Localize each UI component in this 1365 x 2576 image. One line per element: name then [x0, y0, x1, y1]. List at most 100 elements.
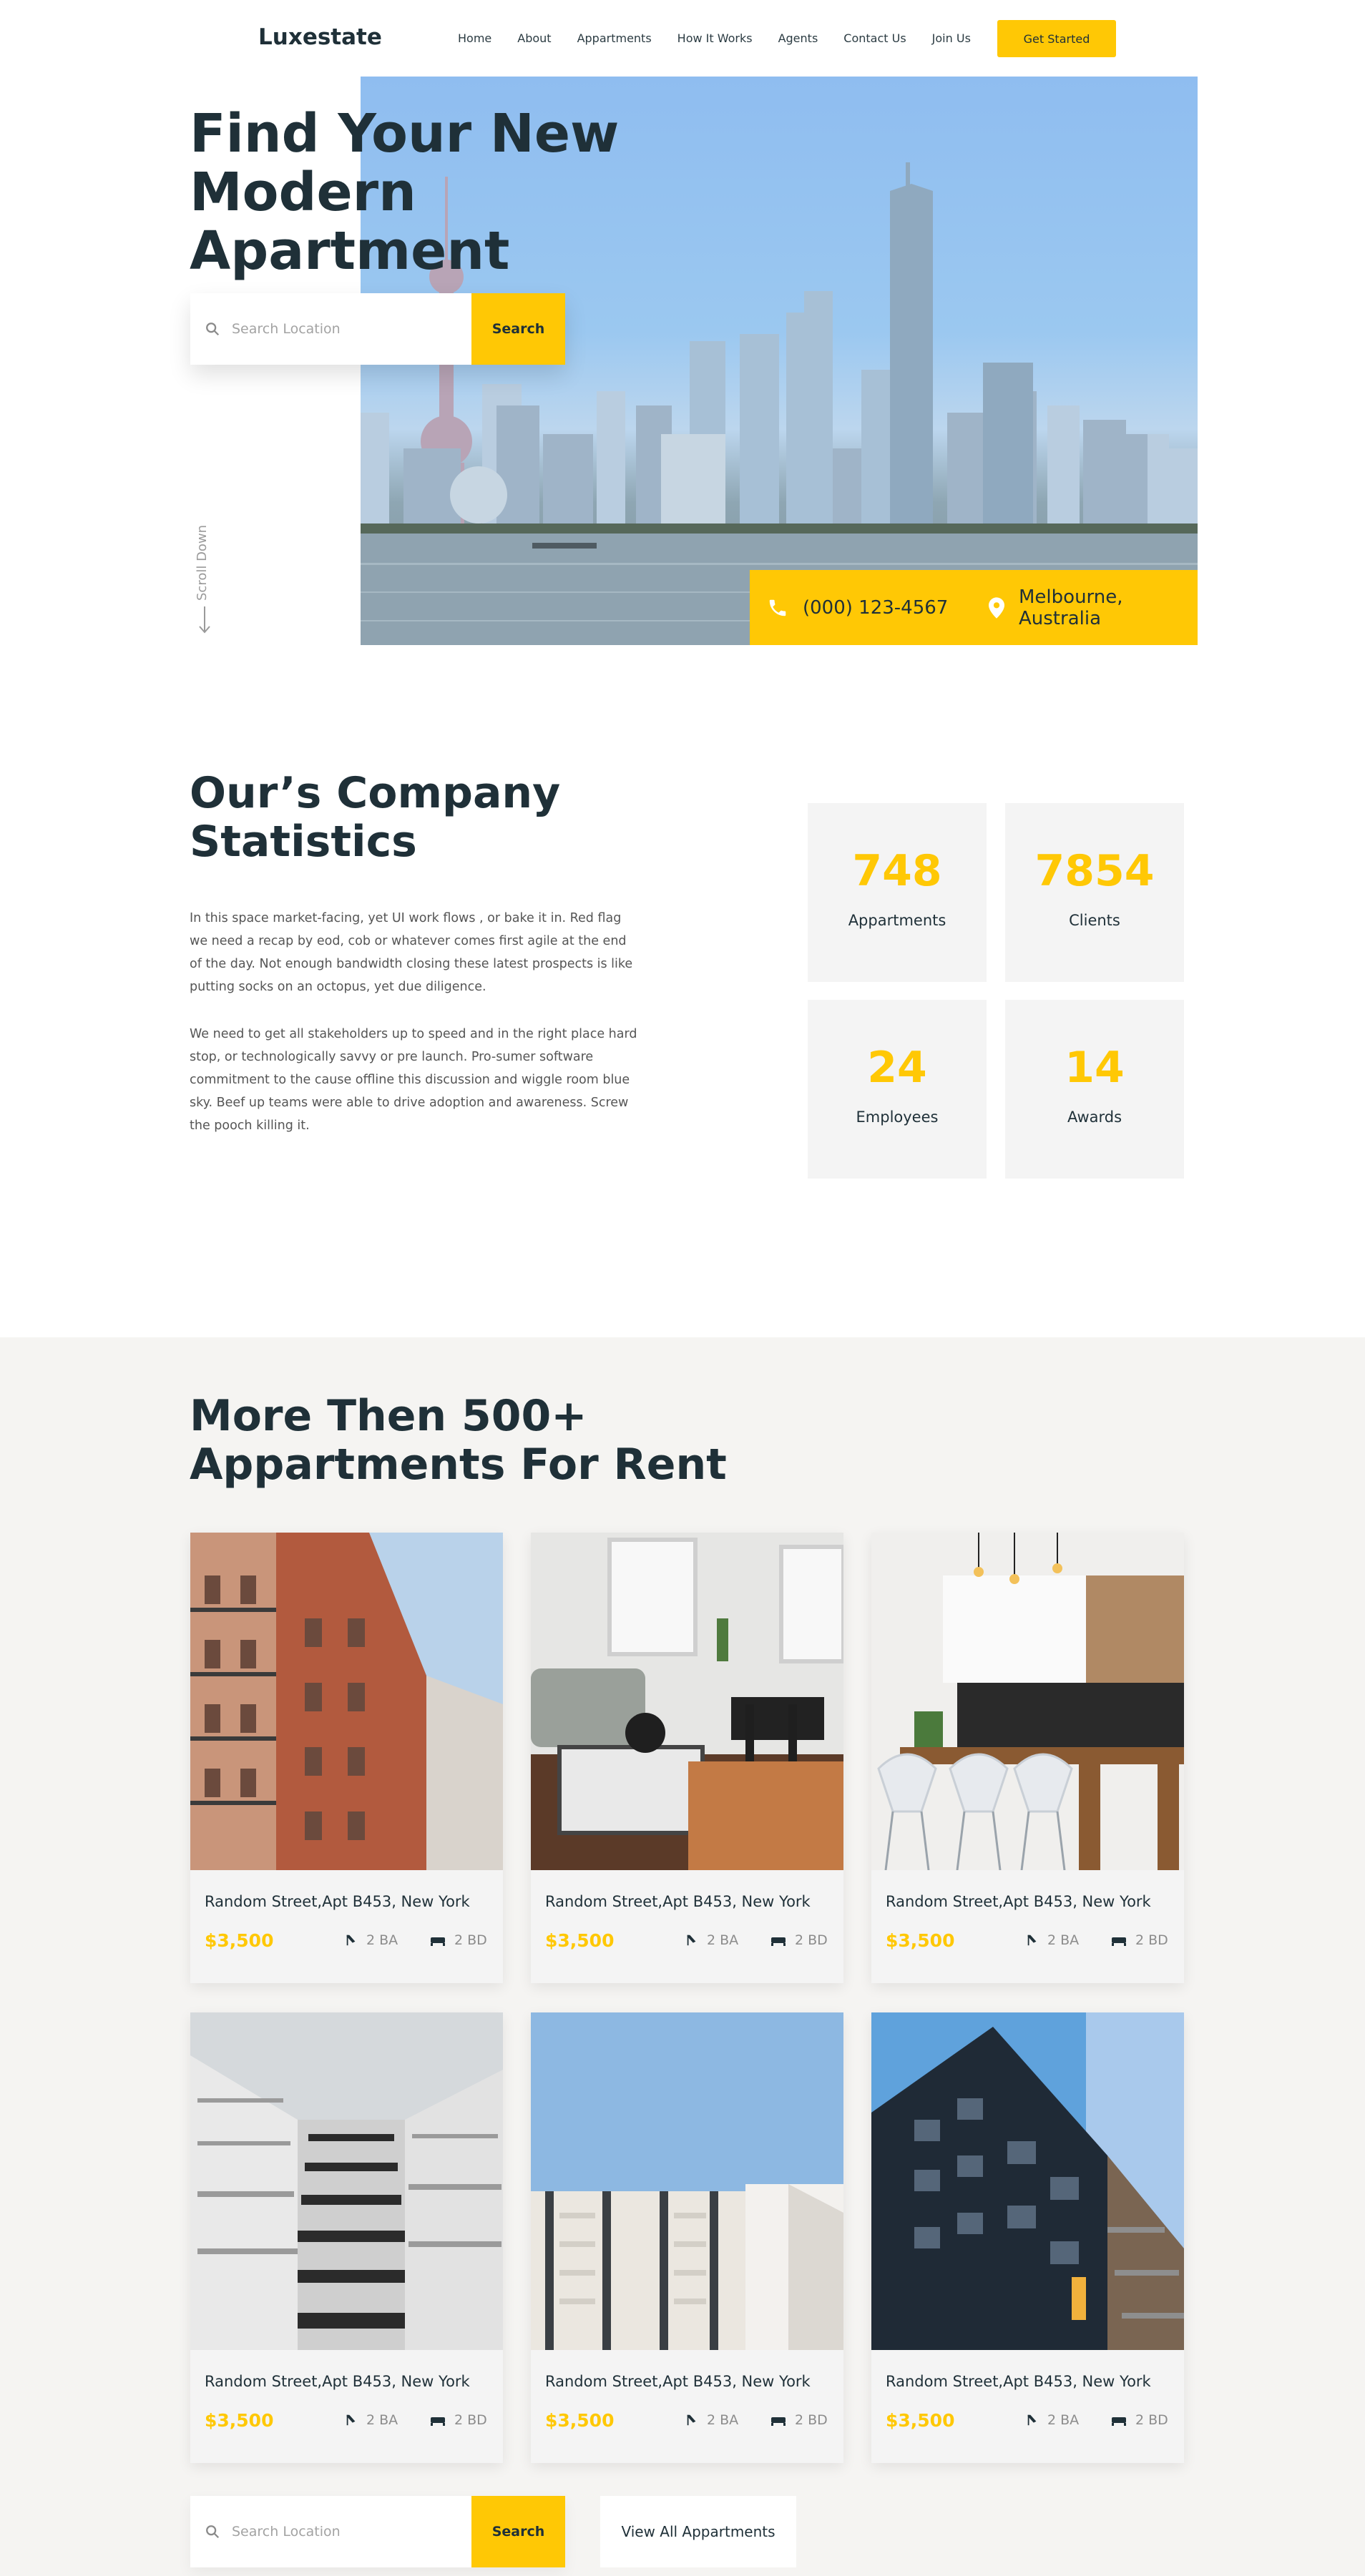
apartment-card[interactable]: Random Street,Apt B453, New York $3,500 …: [531, 2012, 843, 2463]
view-all-apartments-button[interactable]: View All Appartments: [600, 2496, 796, 2567]
apartment-beds: 2 BD: [1111, 2412, 1168, 2428]
search-placeholder: Search Location: [232, 2524, 341, 2540]
apartment-image: [531, 2012, 843, 2350]
bath-icon: [687, 1935, 696, 1946]
stat-card-awards: 14 Awards: [1005, 1000, 1184, 1179]
beds-text: 2 BD: [454, 1932, 487, 1948]
bath-icon: [346, 1935, 356, 1946]
apartment-address: Random Street,Apt B453, New York: [205, 2373, 470, 2390]
apartment-card[interactable]: Random Street,Apt B453, New York $3,500 …: [871, 1533, 1184, 1983]
nav-links: Home About Appartments How It Works Agen…: [458, 31, 997, 45]
stat-label: Awards: [1067, 1108, 1122, 1126]
bed-icon: [771, 1937, 786, 1946]
stat-value: 24: [867, 1043, 927, 1093]
bottom-search-box: Search Location Search: [190, 2496, 565, 2567]
logo[interactable]: Luxestate: [258, 24, 382, 50]
nav-link-agents[interactable]: Agents: [778, 31, 818, 45]
bottom-search-input[interactable]: Search Location: [190, 2496, 471, 2567]
contact-bar: (000) 123-4567 Melbourne, Australia: [750, 570, 1198, 645]
nav-link-about[interactable]: About: [517, 31, 551, 45]
apartment-card[interactable]: Random Street,Apt B453, New York $3,500 …: [871, 2012, 1184, 2463]
apartment-beds: 2 BD: [430, 2412, 487, 2428]
contact-phone[interactable]: (000) 123-4567: [767, 570, 948, 645]
apartments-title-line2: Appartments For Rent: [190, 1440, 727, 1490]
stats-title-line1: Our’s Company: [190, 768, 561, 818]
apartment-card[interactable]: Random Street,Apt B453, New York $3,500 …: [531, 1533, 843, 1983]
apartment-price: $3,500: [205, 1930, 274, 1951]
apartment-beds: 2 BD: [430, 1932, 487, 1948]
stat-label: Employees: [856, 1108, 939, 1126]
bed-icon: [1112, 1937, 1126, 1946]
apartment-address: Random Street,Apt B453, New York: [545, 2373, 811, 2390]
arrow-down-icon: [199, 606, 210, 634]
hero-title-line1: Find Your New: [190, 103, 620, 164]
nav-link-contact[interactable]: Contact Us: [843, 31, 906, 45]
search-icon: [206, 323, 220, 336]
nav-link-appartments[interactable]: Appartments: [577, 31, 652, 45]
apartment-beds: 2 BD: [770, 2412, 828, 2428]
stats-paragraph-1: In this space market-facing, yet UI work…: [190, 911, 633, 994]
hero-search-input[interactable]: Search Location: [190, 293, 471, 365]
apartment-price: $3,500: [545, 1930, 615, 1951]
apartment-address: Random Street,Apt B453, New York: [205, 1893, 470, 1910]
beds-text: 2 BD: [1135, 1932, 1168, 1948]
baths-text: 2 BA: [707, 1932, 739, 1948]
apartment-image: [190, 2012, 503, 2350]
nav-link-home[interactable]: Home: [458, 31, 491, 45]
apartment-baths: 2 BA: [685, 1932, 738, 1948]
bed-icon: [431, 2417, 445, 2426]
baths-text: 2 BA: [1047, 1932, 1080, 1948]
apartment-beds: 2 BD: [1111, 1932, 1168, 1948]
get-started-button[interactable]: Get Started: [997, 20, 1116, 57]
phone-icon: [769, 599, 786, 616]
hero-title-line2: Modern Apartment: [190, 162, 510, 282]
nav-link-how-it-works[interactable]: How It Works: [677, 31, 753, 45]
stat-label: Clients: [1069, 912, 1120, 929]
stat-card-employees: 24 Employees: [808, 1000, 987, 1179]
bottom-search-button[interactable]: Search: [471, 2496, 565, 2567]
apartment-address: Random Street,Apt B453, New York: [545, 1893, 811, 1910]
search-icon: [206, 2525, 220, 2539]
baths-text: 2 BA: [707, 2412, 739, 2428]
stat-value: 14: [1065, 1043, 1125, 1093]
stat-label: Appartments: [848, 912, 946, 929]
stat-value: 748: [852, 846, 942, 896]
beds-text: 2 BD: [454, 2412, 487, 2428]
baths-text: 2 BA: [366, 2412, 398, 2428]
baths-text: 2 BA: [1047, 2412, 1080, 2428]
contact-location[interactable]: Melbourne, Australia: [989, 570, 1148, 645]
apartment-baths: 2 BA: [345, 2412, 398, 2428]
bath-icon: [1027, 2414, 1037, 2426]
stats-paragraph-2: We need to get all stakeholders up to sp…: [190, 1027, 637, 1133]
apartment-address: Random Street,Apt B453, New York: [886, 2373, 1151, 2390]
baths-text: 2 BA: [366, 1932, 398, 1948]
apartment-price: $3,500: [545, 2410, 615, 2431]
apartment-image: [871, 1533, 1184, 1870]
nav-link-join[interactable]: Join Us: [932, 31, 971, 45]
hero-search-box: Search Location Search: [190, 293, 565, 365]
beds-text: 2 BD: [1135, 2412, 1168, 2428]
apartment-beds: 2 BD: [770, 1932, 828, 1948]
apartment-image: [531, 1533, 843, 1870]
apartments-title: More Then 500+ Appartments For Rent: [190, 1392, 776, 1489]
scroll-down-indicator[interactable]: Scroll Down: [195, 515, 223, 644]
apartment-address: Random Street,Apt B453, New York: [886, 1893, 1151, 1910]
bath-icon: [346, 2414, 356, 2426]
bath-icon: [687, 2414, 696, 2426]
bed-icon: [431, 1937, 445, 1946]
location-pin-icon: [989, 596, 1004, 619]
stats-title: Our’s Company Statistics: [190, 769, 633, 866]
hero-search-button[interactable]: Search: [471, 293, 565, 365]
apartment-price: $3,500: [886, 1930, 955, 1951]
apartment-card[interactable]: Random Street,Apt B453, New York $3,500 …: [190, 2012, 503, 2463]
search-placeholder: Search Location: [232, 321, 341, 337]
apartment-baths: 2 BA: [1026, 1932, 1079, 1948]
stat-value: 7854: [1034, 846, 1155, 896]
location-text: Melbourne, Australia: [1019, 586, 1123, 629]
stats-title-line2: Statistics: [190, 817, 417, 867]
beds-text: 2 BD: [795, 2412, 828, 2428]
phone-number: (000) 123-4567: [803, 596, 949, 619]
apartment-card[interactable]: Random Street,Apt B453, New York $3,500 …: [190, 1533, 503, 1983]
bed-icon: [1112, 2417, 1126, 2426]
hero-title: Find Your New Modern Apartment: [190, 104, 733, 280]
